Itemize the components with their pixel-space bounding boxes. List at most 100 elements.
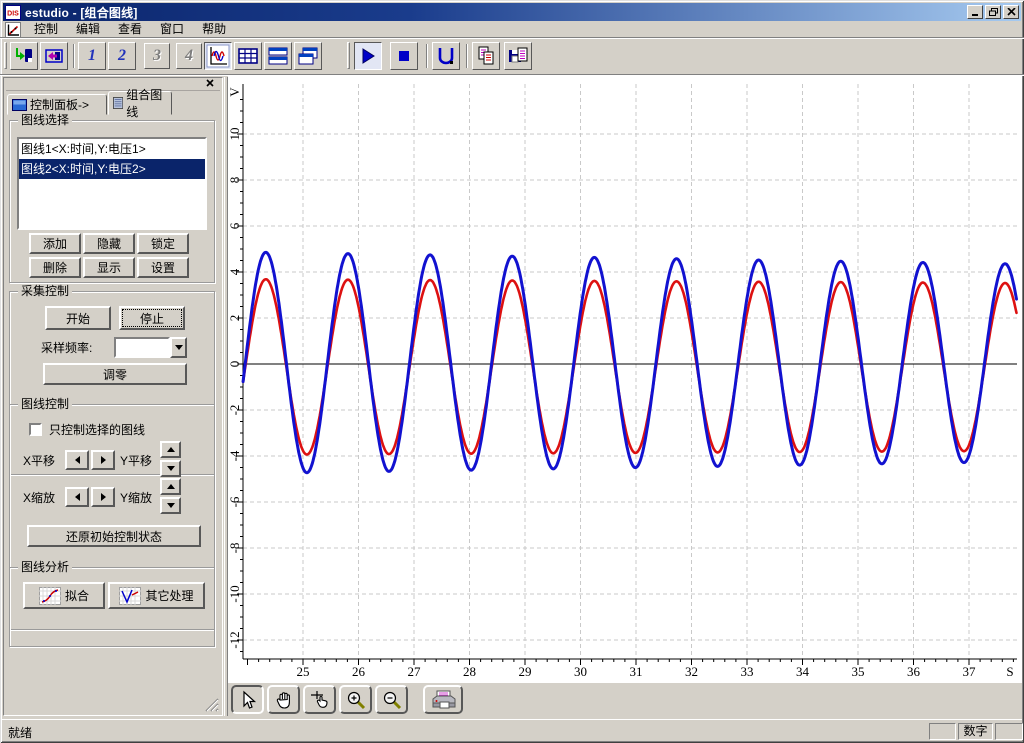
stop-button[interactable]: 停止 [119,306,185,330]
y-pan-down-button[interactable] [160,460,181,477]
y-tick-label: 10 [228,128,242,141]
restore-icon [988,8,998,16]
fit-button[interactable]: 拟合 [23,582,105,609]
curve-button-5[interactable]: 设置 [137,257,189,278]
x-tick-label: 29 [519,664,532,679]
stop-button-label: 停止 [139,311,164,326]
arrow-right-icon [100,493,106,501]
y-zoom-up-button[interactable] [160,478,181,495]
toolbar-grip[interactable] [4,42,7,69]
view-1-button[interactable]: 1 [78,42,106,70]
restore-button[interactable] [985,5,1001,19]
device-out-button[interactable] [40,42,68,70]
minimize-button[interactable] [967,5,983,19]
save-data-button[interactable] [432,42,460,70]
sidebar-close-button[interactable] [204,79,216,90]
menu-item-3[interactable]: 窗口 [151,21,193,38]
curve-button-3[interactable]: 删除 [29,257,81,278]
device-in-button[interactable] [10,42,38,70]
x-zoom-out-button[interactable] [65,487,89,507]
combo-dropdown-button[interactable] [170,337,187,358]
menu-item-0[interactable]: 控制 [25,21,67,38]
restore-defaults-button[interactable]: 还原初始控制状态 [27,525,201,547]
x-tick-label: 30 [574,664,587,679]
x-pan-right-button[interactable] [91,450,115,470]
x-zoom-label: X缩放 [23,491,56,505]
control-sidebar: 控制面板-> 组合图线 图线选择 图线1<X:时间,Y:电压1> 图线2<X:时间… [3,77,223,716]
crosshair-hand-icon [310,690,328,708]
x-tick-label: 34 [796,664,810,679]
menu-item-1[interactable]: 编辑 [67,21,109,38]
zoom-in-icon [347,691,365,709]
zoom-out-icon [383,691,401,709]
table-view-button[interactable] [234,42,262,70]
y-tick-label: 4 [228,268,242,275]
x-tick-label: 28 [463,664,476,679]
curve-list-item-1[interactable]: 图线1<X:时间,Y:电压1> [19,139,205,159]
app-icon: DIS [5,4,21,20]
save-file-button[interactable] [504,42,532,70]
view-3-button[interactable]: 3 [144,43,170,69]
x-unit-label: S [1006,664,1013,679]
arrow-down-icon [166,466,175,471]
sample-rate-combo[interactable] [114,337,187,358]
y-tick-label: -2 [228,405,242,416]
graph-view-button[interactable] [204,42,232,70]
start-acquisition-button[interactable] [354,42,382,70]
tab-label: 控制面板-> [30,98,90,112]
stop-icon [399,51,409,61]
zoom-in-tool-button[interactable] [339,685,372,714]
select-tool-button[interactable] [231,685,264,714]
other-processing-label: 其它处理 [145,589,194,603]
only-selected-label: 只控制选择的图线 [49,423,146,437]
arrow-right-icon [100,456,106,464]
waveform-chart[interactable]: 25 26 27 28 29 30 31 32 33 34 35 36 37 S-12-10-8-6-4-… [227,76,1022,683]
cascade-windows-button[interactable] [294,42,322,70]
curve-button-2[interactable]: 锁定 [137,233,189,254]
y-tick-label: 0 [228,361,242,368]
x-pan-left-button[interactable] [65,450,89,470]
group-title: 图线控制 [18,398,73,410]
only-selected-checkbox[interactable] [29,423,42,436]
close-button[interactable] [1003,5,1019,19]
stop-acquisition-button[interactable] [390,42,418,70]
status-message: 就绪 [8,726,33,740]
zoom-out-tool-button[interactable] [375,685,408,714]
curve-button-0[interactable]: 添加 [29,233,81,254]
tab-control-panel[interactable]: 控制面板-> [7,94,107,115]
curve-list-item-2[interactable]: 图线2<X:时间,Y:电压2> [19,159,205,179]
tab-combined-graph[interactable]: 组合图线 [108,88,172,119]
x-zoom-in-button[interactable] [91,487,115,507]
x-tick-label: 37 [963,664,977,679]
print-button[interactable] [423,685,463,714]
other-processing-button[interactable]: 其它处理 [108,582,205,609]
y-zoom-down-button[interactable] [160,497,181,514]
x-tick-label: 25 [297,664,310,679]
start-button-label: 开始 [65,311,90,326]
y-pan-up-button[interactable] [160,441,181,458]
curve-button-4[interactable]: 显示 [83,257,135,278]
y-tick-label: -8 [228,543,242,554]
x-tick-label: 31 [630,664,643,679]
group-title: 采集控制 [18,285,73,297]
tile-horizontal-button[interactable] [264,42,292,70]
menu-item-2[interactable]: 查看 [109,21,151,38]
toolbar-separator [73,44,75,68]
copy-button[interactable] [472,42,500,70]
y-tick-label: -6 [228,496,242,507]
point-pick-tool-button[interactable] [303,685,336,714]
toolbar-grip[interactable] [347,42,350,69]
curve-button-1[interactable]: 隐藏 [83,233,135,254]
sample-rate-value [114,337,170,358]
resize-grip[interactable] [201,694,219,712]
toolbar-separator [466,44,468,68]
pan-tool-button[interactable] [267,685,300,714]
menu-item-4[interactable]: 帮助 [193,21,235,38]
zero-adjust-button[interactable]: 调零 [43,363,187,385]
chart-panel: 25 26 27 28 29 30 31 32 33 34 35 36 37 S -12 -10 -8 -6 -4-… [227,76,1022,683]
restore-defaults-label: 还原初始控制状态 [65,529,162,544]
view-2-button[interactable]: 2 [108,42,136,70]
start-button[interactable]: 开始 [45,306,111,330]
arrow-up-icon [166,447,175,452]
view-4-button[interactable]: 4 [176,43,202,69]
